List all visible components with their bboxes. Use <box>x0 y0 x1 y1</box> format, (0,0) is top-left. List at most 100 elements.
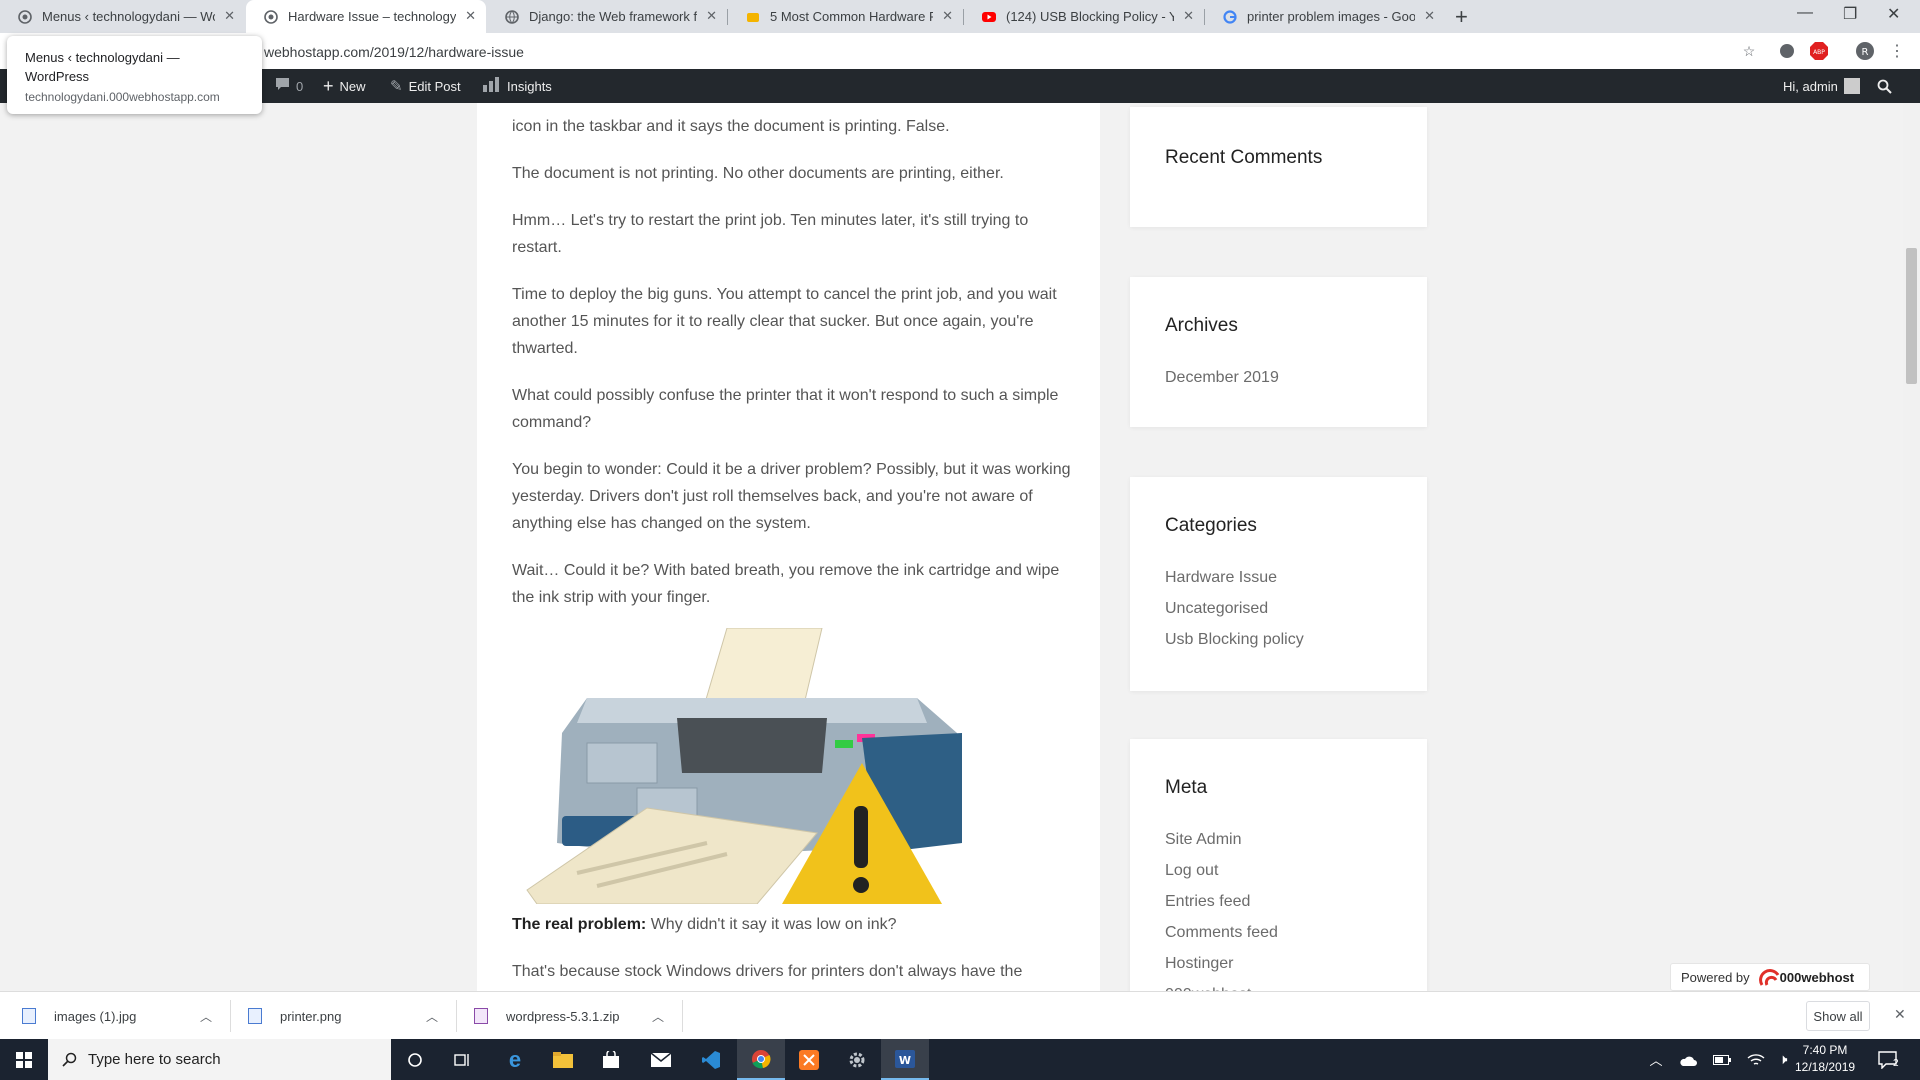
download-item[interactable]: images (1).jpg ︿ <box>22 992 212 1040</box>
close-tab-icon[interactable]: ✕ <box>224 8 235 24</box>
minimize-icon[interactable]: — <box>1797 4 1813 22</box>
new-label: New <box>339 78 366 94</box>
address-bar[interactable]: webhostapp.com/2019/12/hardware-issue <box>264 44 524 60</box>
download-filename: printer.png <box>280 1008 342 1024</box>
store-icon[interactable] <box>587 1039 635 1080</box>
page-scrollbar[interactable] <box>1903 103 1920 991</box>
search-icon[interactable] <box>1877 69 1892 103</box>
cortana-icon[interactable] <box>391 1039 439 1080</box>
download-filename: wordpress-5.3.1.zip <box>506 1008 620 1024</box>
article-paragraph: Time to deploy the big guns. You attempt… <box>512 286 1057 357</box>
settings-gear-icon[interactable] <box>833 1039 881 1080</box>
download-item[interactable]: printer.png ︿ <box>248 992 438 1040</box>
chrome-icon[interactable] <box>737 1039 785 1080</box>
zip-file-icon <box>474 1008 488 1024</box>
vscode-icon[interactable] <box>687 1039 735 1080</box>
tab-title: Django: the Web framework for perfection… <box>529 9 697 24</box>
restore-icon[interactable]: ❐ <box>1843 4 1857 24</box>
extension-icon[interactable] <box>1778 42 1796 60</box>
bar-chart-icon <box>483 76 501 96</box>
file-explorer-icon[interactable] <box>539 1039 587 1080</box>
xampp-icon[interactable] <box>785 1039 833 1080</box>
chevron-up-icon[interactable]: ︿ <box>426 1008 438 1025</box>
download-item[interactable]: wordpress-5.3.1.zip ︿ <box>474 992 664 1040</box>
download-filename: images (1).jpg <box>54 1008 137 1024</box>
tab-title: Menus ‹ technologydani — WordPress <box>42 9 215 24</box>
system-clock[interactable]: 7:40 PM 12/18/2019 <box>1795 1042 1855 1076</box>
meta-link[interactable]: Log out <box>1165 862 1218 880</box>
notification-center-icon[interactable]: 2 <box>1866 1039 1910 1080</box>
archive-link[interactable]: December 2019 <box>1165 369 1279 387</box>
tab-title: printer problem images - Google Search <box>1247 9 1415 24</box>
close-tab-icon[interactable]: ✕ <box>1183 8 1194 24</box>
battery-icon[interactable] <box>1704 1039 1740 1080</box>
tab-hardware-issue[interactable]: Hardware Issue – technologydani ✕ <box>246 0 486 33</box>
category-link[interactable]: Usb Blocking policy <box>1165 631 1304 649</box>
meta-widget: Meta Site Admin Log out Entries feed Com… <box>1130 739 1427 991</box>
tooltip-title: Menus ‹ technologydani — WordPress <box>25 50 180 84</box>
account-menu[interactable]: Hi, admin <box>1783 69 1860 103</box>
tab-strip: Menus ‹ technologydani — WordPress ✕ Har… <box>0 0 1920 33</box>
close-tab-icon[interactable]: ✕ <box>942 8 953 24</box>
meta-link[interactable]: Hostinger <box>1165 955 1233 973</box>
download-separator <box>230 1000 231 1032</box>
tab-menus[interactable]: Menus ‹ technologydani — WordPress ✕ <box>0 0 245 33</box>
widget-title: Archives <box>1165 315 1238 336</box>
tab-tooltip: Menus ‹ technologydani — WordPress techn… <box>7 36 262 114</box>
close-tab-icon[interactable]: ✕ <box>465 8 476 24</box>
word-icon[interactable]: W <box>881 1039 929 1080</box>
problem-label: The real problem: <box>512 916 647 933</box>
edit-post-link[interactable]: ✎ Edit Post <box>390 69 461 103</box>
tab-django[interactable]: Django: the Web framework for perfection… <box>487 0 727 33</box>
article-paragraph: Wait… Could it be? With bated breath, yo… <box>512 562 1060 606</box>
close-window-icon[interactable]: ✕ <box>1887 4 1900 24</box>
close-tab-icon[interactable]: ✕ <box>706 8 717 24</box>
tab-google-search[interactable]: printer problem images - Google Search ✕ <box>1205 0 1445 33</box>
insights-menu[interactable]: Insights <box>483 69 552 103</box>
close-downloads-icon[interactable]: ✕ <box>1894 1006 1906 1023</box>
taskbar-search-input[interactable]: Type here to search <box>48 1039 391 1080</box>
chevron-up-icon[interactable]: ︿ <box>1638 1039 1674 1080</box>
powered-by-badge[interactable]: Powered by 000webhost <box>1670 963 1870 991</box>
bookmark-star-icon[interactable]: ☆ <box>1740 42 1758 60</box>
plus-icon: + <box>323 75 334 96</box>
new-content-menu[interactable]: + New <box>323 69 366 103</box>
meta-link[interactable]: Site Admin <box>1165 831 1241 849</box>
category-link[interactable]: Hardware Issue <box>1165 569 1277 587</box>
article-paragraph: The document is not printing. No other d… <box>512 165 1004 182</box>
mail-icon[interactable] <box>637 1039 685 1080</box>
edge-browser-icon[interactable]: e <box>491 1039 539 1080</box>
problem-text: Why didn't it say it was low on ink? <box>646 916 897 933</box>
adblock-icon[interactable]: ABP <box>1810 42 1828 60</box>
onedrive-cloud-icon[interactable] <box>1670 1039 1706 1080</box>
close-tab-icon[interactable]: ✕ <box>1424 8 1435 24</box>
menu-kebab-icon[interactable]: ⋮ <box>1888 42 1906 60</box>
meta-link[interactable]: Entries feed <box>1165 893 1250 911</box>
article-paragraph: The real problem: Why didn't it say it w… <box>512 911 1072 938</box>
comments-menu[interactable]: 0 <box>275 69 303 103</box>
volume-icon[interactable]: 🕨 <box>1768 1039 1798 1080</box>
widget-title: Meta <box>1165 777 1208 798</box>
chevron-up-icon[interactable]: ︿ <box>200 1008 212 1025</box>
article-paragraph: You begin to wonder: Could it be a drive… <box>512 461 1071 532</box>
category-link[interactable]: Uncategorised <box>1165 600 1268 618</box>
tab-usb-policy[interactable]: (124) USB Blocking Policy - YouTube ✕ <box>964 0 1204 33</box>
clock-date: 12/18/2019 <box>1795 1060 1856 1074</box>
widget-title: Categories <box>1165 515 1257 536</box>
archives-widget: Archives December 2019 <box>1130 277 1427 427</box>
task-view-icon[interactable] <box>439 1039 487 1080</box>
scrollbar-thumb[interactable] <box>1906 248 1917 384</box>
wp-admin-bar: 0 + New ✎ Edit Post Insights Hi, admin <box>0 69 1920 103</box>
chevron-up-icon[interactable]: ︿ <box>652 1008 664 1025</box>
article-paragraph: What could possibly confuse the printer … <box>512 387 1059 431</box>
tab-title: Hardware Issue – technologydani <box>288 9 456 24</box>
windows-start-icon[interactable] <box>0 1039 48 1080</box>
insights-label: Insights <box>507 78 552 94</box>
new-tab-button[interactable]: + <box>1455 4 1468 30</box>
profile-avatar[interactable]: R <box>1856 42 1874 60</box>
meta-link[interactable]: Comments feed <box>1165 924 1278 942</box>
pencil-icon: ✎ <box>390 78 403 95</box>
tab-hardware-problems[interactable]: 5 Most Common Hardware Problems ✕ <box>728 0 963 33</box>
comment-bubble-icon <box>275 77 290 95</box>
show-all-downloads-button[interactable]: Show all <box>1806 1001 1870 1031</box>
